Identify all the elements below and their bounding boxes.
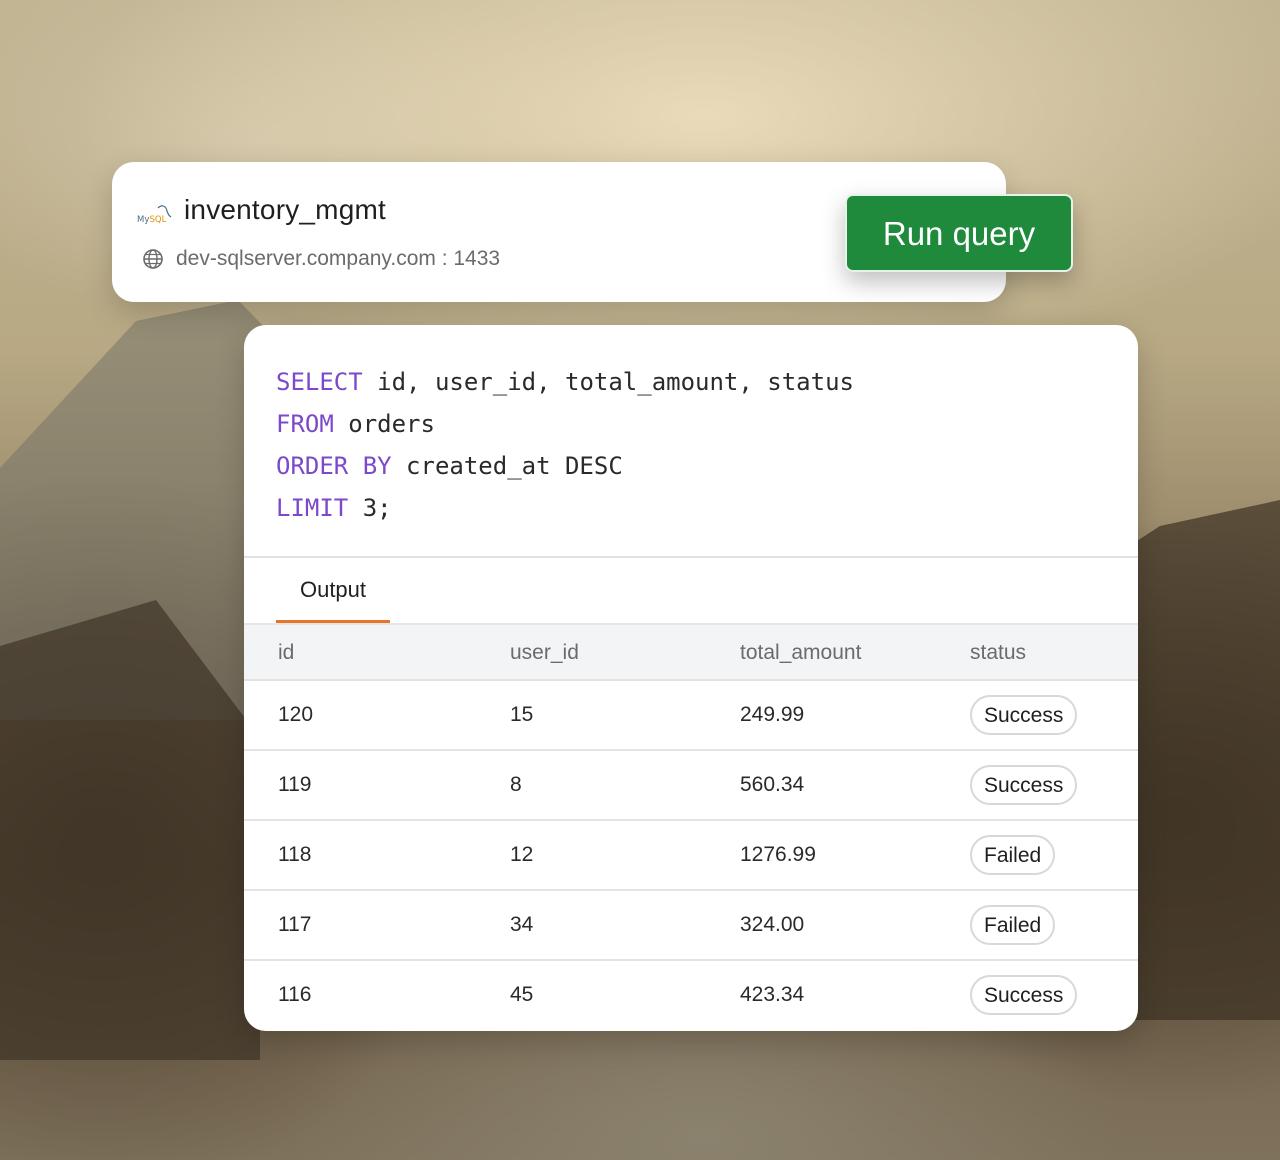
query-card: SELECT id, user_id, total_amount, status… (244, 325, 1138, 1031)
host-address: dev-sqlserver.company.com : 1433 (176, 247, 501, 270)
cell-user-id: 15 (510, 703, 534, 726)
results-table: id user_id total_amount status 120 15 24… (244, 623, 1138, 1031)
sql-text: created_at DESC (391, 452, 623, 480)
table-row: 116 45 423.34 Success (244, 961, 1138, 1031)
sql-editor[interactable]: SELECT id, user_id, total_amount, status… (276, 361, 854, 529)
svg-text:SQL: SQL (150, 215, 167, 225)
status-badge: Failed (970, 905, 1056, 945)
column-header-total-amount[interactable]: total_amount (740, 625, 861, 681)
sql-keyword: SELECT (276, 368, 363, 396)
status-badge: Failed (970, 835, 1056, 875)
cell-user-id: 34 (510, 913, 534, 936)
svg-text:My: My (137, 215, 149, 225)
cell-user-id: 12 (510, 843, 534, 866)
cell-id: 117 (278, 913, 312, 936)
cell-total-amount: 1276.99 (740, 843, 816, 866)
table-row: 120 15 249.99 Success (244, 681, 1138, 751)
sql-keyword: FROM (276, 410, 334, 438)
table-row: 118 12 1276.99 Failed (244, 821, 1138, 891)
table-row: 117 34 324.00 Failed (244, 891, 1138, 961)
cell-id: 116 (278, 983, 312, 1006)
cell-total-amount: 324.00 (740, 913, 805, 936)
status-badge: Success (970, 975, 1078, 1015)
cell-total-amount: 560.34 (740, 773, 805, 796)
cell-id: 120 (278, 703, 314, 726)
sql-line: FROM orders (276, 403, 854, 445)
tab-output[interactable]: Output (276, 557, 390, 623)
column-header-status[interactable]: status (970, 625, 1026, 681)
sql-text: id, user_id, total_amount, status (362, 368, 854, 396)
column-header-id[interactable]: id (278, 625, 294, 681)
globe-icon (143, 249, 163, 269)
sql-text: 3; (348, 494, 392, 522)
cell-total-amount: 249.99 (740, 703, 805, 726)
table-header: id user_id total_amount status (244, 623, 1138, 681)
status-badge: Success (970, 765, 1078, 805)
mysql-logo-icon: My SQL (137, 205, 172, 225)
database-name: inventory_mgmt (184, 194, 386, 225)
sql-keyword: ORDER BY (276, 452, 392, 480)
sql-keyword: LIMIT (276, 494, 349, 522)
sql-line: ORDER BY created_at DESC (276, 445, 854, 487)
table-row: 119 8 560.34 Success (244, 751, 1138, 821)
cell-id: 118 (278, 843, 312, 866)
sql-line: LIMIT 3; (276, 487, 854, 529)
sql-line: SELECT id, user_id, total_amount, status (276, 361, 854, 403)
cell-id: 119 (278, 773, 312, 796)
status-badge: Success (970, 695, 1078, 735)
sql-text: orders (333, 410, 435, 438)
column-header-user-id[interactable]: user_id (510, 625, 579, 681)
cell-user-id: 45 (510, 983, 534, 1006)
run-query-button[interactable]: Run query (845, 194, 1073, 272)
cell-user-id: 8 (510, 773, 522, 796)
cell-total-amount: 423.34 (740, 983, 805, 1006)
